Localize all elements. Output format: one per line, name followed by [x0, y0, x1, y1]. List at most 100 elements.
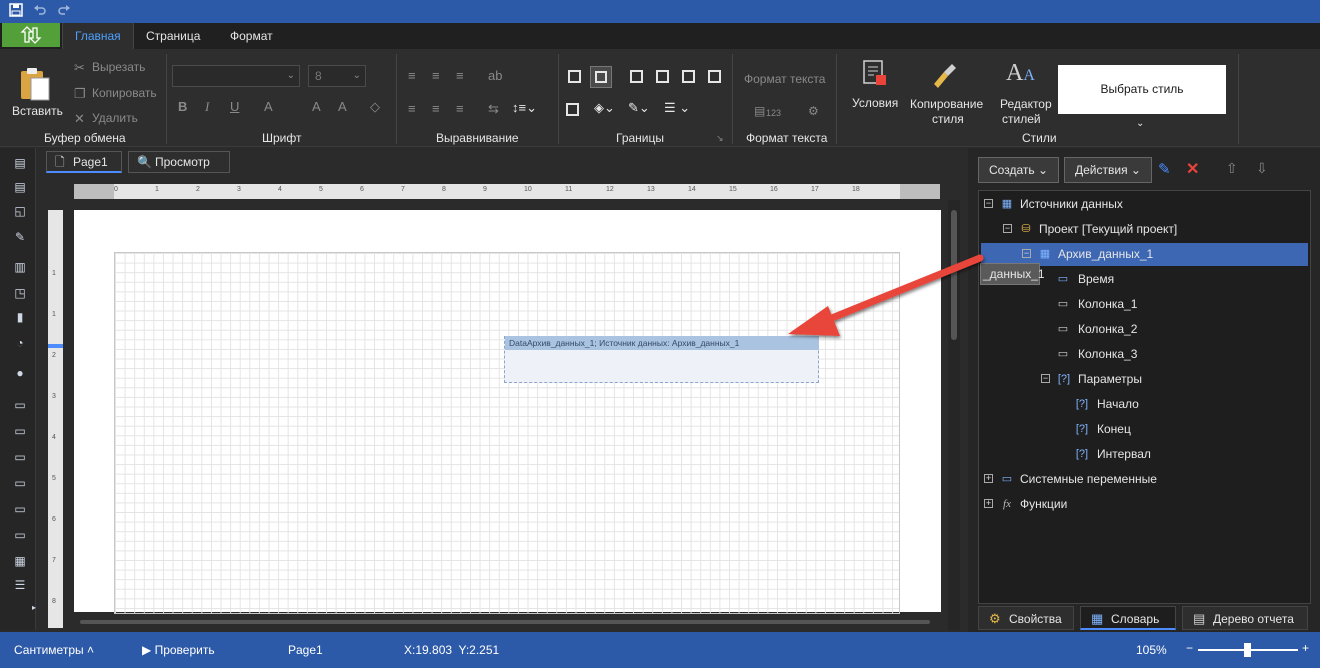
- cut-button[interactable]: Вырезать: [92, 60, 145, 74]
- fill-color-icon[interactable]: ◈⌄: [594, 100, 615, 116]
- copy-style-button-line2[interactable]: стиля: [932, 112, 964, 126]
- copy-button[interactable]: Копировать: [92, 86, 157, 100]
- italic-icon[interactable]: I: [205, 99, 209, 115]
- parameter-icon: [?]: [1057, 373, 1071, 385]
- header-icon[interactable]: ▭: [12, 450, 28, 464]
- format-icon-2[interactable]: ⚙: [808, 104, 819, 118]
- align-left-icon[interactable]: ≡: [408, 68, 416, 83]
- footer-icon[interactable]: ▭: [12, 528, 28, 542]
- map-icon[interactable]: ●: [12, 366, 28, 380]
- check-button[interactable]: ▶ Проверить: [142, 643, 215, 657]
- line-spacing-icon[interactable]: ↕≡⌄: [512, 100, 537, 116]
- border-outside-button[interactable]: [590, 66, 612, 88]
- font-family-combo[interactable]: ⌄: [172, 65, 300, 87]
- zoom-slider-thumb[interactable]: [1244, 643, 1251, 657]
- edit-icon[interactable]: ✎: [1158, 160, 1171, 178]
- delete-icon[interactable]: ✕: [1186, 159, 1199, 179]
- styles-group-label: Стили: [1022, 131, 1057, 145]
- report-title-icon[interactable]: ▭: [12, 398, 28, 412]
- actions-button[interactable]: Действия ⌄: [1064, 157, 1152, 183]
- paste-button[interactable]: Вставить: [12, 104, 63, 118]
- text-format-button[interactable]: Формат текста: [744, 72, 825, 86]
- style-editor-button-line1[interactable]: Редактор: [1000, 97, 1052, 111]
- zoom-out-icon[interactable]: −: [1186, 641, 1193, 655]
- delete-button[interactable]: Удалить: [92, 111, 138, 125]
- border-right-icon[interactable]: [682, 70, 695, 83]
- create-button[interactable]: Создать ⌄: [978, 157, 1060, 183]
- horizontal-scrollbar[interactable]: [74, 618, 940, 626]
- ruler-tick-label: 15: [729, 186, 737, 193]
- tab-page[interactable]: Страница: [134, 23, 212, 49]
- tab-format[interactable]: Формат: [218, 23, 285, 49]
- align-top-icon[interactable]: ≡: [408, 101, 416, 116]
- column-icon: ▭: [1057, 348, 1069, 360]
- word-wrap-icon[interactable]: ⇆: [488, 101, 499, 117]
- preview-icon: 🔍: [137, 155, 152, 169]
- chart-icon[interactable]: ▮: [12, 310, 28, 324]
- number-format-icon[interactable]: 123: [766, 108, 781, 118]
- tab-preview[interactable]: 🔍 Просмотр: [128, 151, 230, 173]
- tab-properties[interactable]: ⚙ Свойства: [978, 606, 1074, 630]
- move-up-icon[interactable]: ⇧: [1226, 160, 1238, 177]
- align-center-icon[interactable]: ≡: [432, 68, 440, 83]
- band-icon[interactable]: ▤: [12, 180, 28, 194]
- tab-main[interactable]: Главная: [62, 23, 134, 49]
- border-none-icon[interactable]: [566, 103, 579, 116]
- border-bottom-icon[interactable]: [708, 70, 721, 83]
- font-group-label: Шрифт: [262, 131, 302, 145]
- zoom-in-icon[interactable]: +: [1302, 641, 1309, 655]
- redo-icon[interactable]: [56, 3, 72, 19]
- create-button-label: Создать: [989, 163, 1035, 177]
- page-header-icon[interactable]: ▭: [12, 424, 28, 438]
- copy-style-button-line1[interactable]: Копирование: [910, 97, 983, 111]
- underline-icon[interactable]: U: [230, 99, 239, 114]
- ruler-tick-label: 18: [852, 186, 860, 193]
- align-middle-icon[interactable]: ≡: [432, 101, 440, 116]
- font-color-icon[interactable]: A: [264, 99, 273, 114]
- border-style-icon[interactable]: ☰ ⌄: [664, 100, 690, 116]
- align-right-icon[interactable]: ≡: [456, 68, 464, 83]
- border-top-icon[interactable]: [656, 70, 669, 83]
- save-icon[interactable]: [8, 3, 24, 19]
- move-down-icon[interactable]: ⇩: [1256, 160, 1268, 177]
- clear-format-icon[interactable]: ◇: [370, 99, 380, 115]
- chevron-down-icon[interactable]: ⌄: [1136, 118, 1144, 129]
- units-selector[interactable]: Сантиметры ˄: [14, 643, 94, 657]
- list-icon[interactable]: ☰: [12, 578, 28, 592]
- bold-icon[interactable]: B: [178, 99, 187, 114]
- font-size-combo[interactable]: 8 ⌄: [308, 65, 366, 87]
- border-color-icon[interactable]: ✎⌄: [628, 100, 650, 116]
- shrink-font-icon[interactable]: A: [338, 99, 347, 114]
- undo-icon[interactable]: [32, 3, 48, 19]
- rotate-text-icon[interactable]: ab: [488, 68, 502, 83]
- barcode-icon[interactable]: ▥: [12, 260, 28, 274]
- align-bottom-icon[interactable]: ≡: [456, 101, 464, 116]
- database-icon: ⛁: [1021, 223, 1031, 235]
- pen-icon[interactable]: ✎: [12, 230, 28, 244]
- tab-dictionary[interactable]: ▦ Словарь: [1080, 606, 1176, 630]
- tab-report-tree[interactable]: ▤ Дерево отчета: [1182, 606, 1308, 630]
- tab-page1-label: Page1: [73, 155, 108, 169]
- border-all-icon[interactable]: [568, 70, 581, 83]
- data-band-icon[interactable]: ▭: [12, 502, 28, 516]
- table-icon[interactable]: ▦: [12, 554, 28, 568]
- grow-font-icon[interactable]: A: [312, 99, 321, 114]
- annotation-arrow: [788, 254, 984, 336]
- gauge-icon[interactable]: ◔: [12, 336, 28, 350]
- app-menu-button[interactable]: [2, 23, 60, 47]
- tab-page1[interactable]: 🗋 Page1: [46, 151, 122, 173]
- group-header-icon[interactable]: ▭: [12, 476, 28, 490]
- conditions-button[interactable]: Условия: [852, 96, 898, 110]
- paste-icon[interactable]: [18, 66, 52, 105]
- shapes-icon[interactable]: ◱: [12, 204, 28, 218]
- ruler-tick-label: 9: [483, 186, 487, 193]
- band-icon[interactable]: ▤: [12, 156, 28, 170]
- borders-dialog-icon[interactable]: ↘: [716, 133, 724, 144]
- format-icon-1[interactable]: ▤: [754, 104, 765, 118]
- border-left-icon[interactable]: [630, 70, 643, 83]
- expand-icon[interactable]: ▸: [26, 601, 42, 615]
- choose-style-gallery[interactable]: Выбрать стиль: [1058, 65, 1226, 114]
- style-editor-button-line2[interactable]: стилей: [1002, 112, 1041, 126]
- data-band-header[interactable]: DataАрхив_данных_1; Источник данных: Арх…: [505, 336, 819, 350]
- shape-icon[interactable]: ◳: [12, 286, 28, 300]
